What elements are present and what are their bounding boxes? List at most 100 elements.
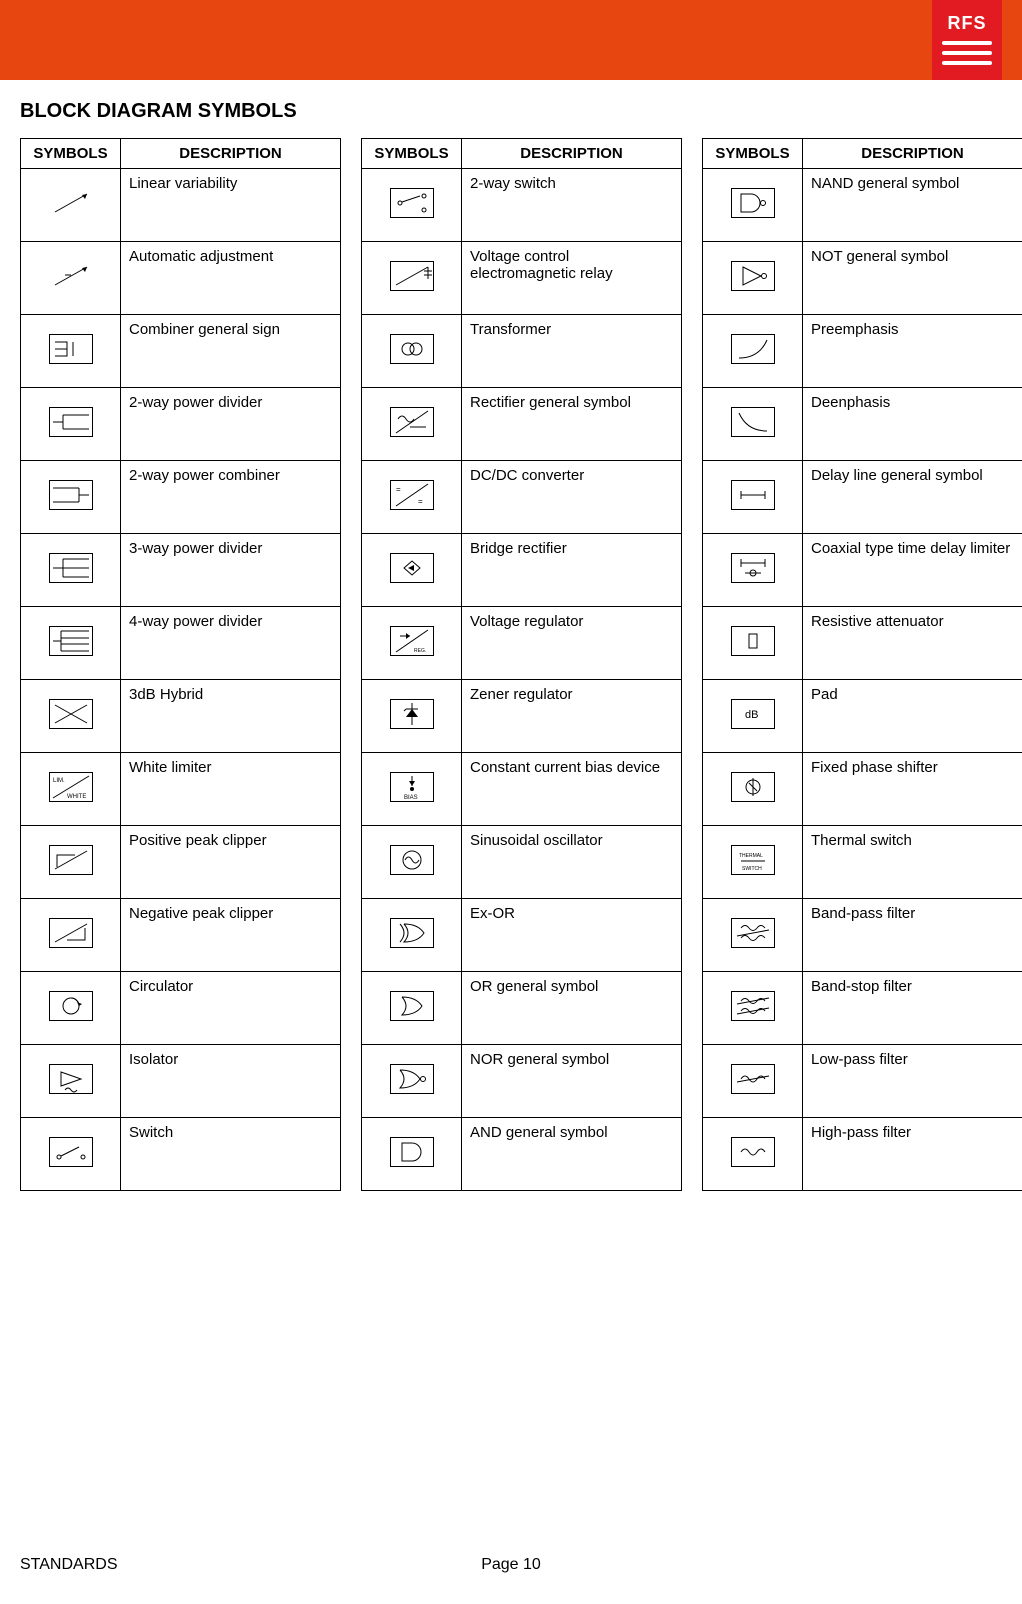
- table-row: NAND general symbol: [703, 169, 1022, 242]
- table-row: High-pass filter: [703, 1118, 1022, 1191]
- symbol-description: DC/DC converter: [462, 461, 682, 534]
- table-row: Linear variability: [21, 169, 341, 242]
- header-symbols: SYMBOLS: [703, 139, 803, 169]
- zener-regulator-icon: [362, 680, 462, 753]
- 3way-power-divider-icon: [21, 534, 121, 607]
- table-row: Resistive attenuator: [703, 607, 1022, 680]
- and-general-icon: [362, 1118, 462, 1191]
- table-row: 2-way switch: [362, 169, 682, 242]
- table-row: Rectifier general symbol: [362, 388, 682, 461]
- symbol-description: 4-way power divider: [121, 607, 341, 680]
- symbol-description: NAND general symbol: [803, 169, 1022, 242]
- symbol-description: 2-way power divider: [121, 388, 341, 461]
- symbol-description: Rectifier general symbol: [462, 388, 682, 461]
- 3db-hybrid-icon: [21, 680, 121, 753]
- band-stop-filter-icon: [703, 972, 803, 1045]
- transformer-icon: [362, 315, 462, 388]
- linear-variability-icon: [21, 169, 121, 242]
- circulator-icon: [21, 972, 121, 1045]
- symbol-description: Delay line general symbol: [803, 461, 1022, 534]
- svg-text:dB: dB: [745, 709, 758, 721]
- symbol-description: 2-way power combiner: [121, 461, 341, 534]
- symbol-description: Positive peak clipper: [121, 826, 341, 899]
- table-row: Positive peak clipper: [21, 826, 341, 899]
- 2way-power-combiner-icon: [21, 461, 121, 534]
- table-row: Circulator: [21, 972, 341, 1045]
- or-general-icon: [362, 972, 462, 1045]
- table-row: Coaxial type time delay limiter: [703, 534, 1022, 607]
- symbol-description: Switch: [121, 1118, 341, 1191]
- 2way-switch-icon: [362, 169, 462, 242]
- sinusoidal-oscillator-icon: [362, 826, 462, 899]
- symbol-tables: SYMBOLS DESCRIPTION Linear variabilityAuto…: [20, 138, 1002, 1191]
- table-row: 4-way power divider: [21, 607, 341, 680]
- isolator-icon: [21, 1045, 121, 1118]
- table-row: Deenphasis: [703, 388, 1022, 461]
- symbol-description: Linear variability: [121, 169, 341, 242]
- table-row: Bridge rectifier: [362, 534, 682, 607]
- svg-text:BIAS: BIAS: [404, 795, 418, 801]
- table-row: Ex-OR: [362, 899, 682, 972]
- not-general-icon: [703, 242, 803, 315]
- table-row: Negative peak clipper: [21, 899, 341, 972]
- symbol-description: Isolator: [121, 1045, 341, 1118]
- symbol-description: Coaxial type time delay limiter: [803, 534, 1022, 607]
- logo-text: RFS: [948, 13, 987, 34]
- switch-icon: [21, 1118, 121, 1191]
- delay-line-icon: [703, 461, 803, 534]
- preemphasis-icon: [703, 315, 803, 388]
- symbol-description: AND general symbol: [462, 1118, 682, 1191]
- nand-general-icon: [703, 169, 803, 242]
- resistive-attenuator-icon: [703, 607, 803, 680]
- table-row: BIASConstant current bias device: [362, 753, 682, 826]
- page-footer: STANDARDS Page 10: [20, 1556, 1002, 1574]
- svg-text:=: =: [396, 485, 401, 494]
- symbol-description: Pad: [803, 680, 1022, 753]
- svg-text:WHITE: WHITE: [67, 794, 86, 800]
- automatic-adjustment-icon: [21, 242, 121, 315]
- symbol-table-2: SYMBOLSDESCRIPTIONNAND general symbolNOT…: [702, 138, 1022, 1191]
- table-row: REG.Voltage regulator: [362, 607, 682, 680]
- svg-text:=: =: [418, 497, 423, 506]
- table-row: Isolator: [21, 1045, 341, 1118]
- symbol-description: 2-way switch: [462, 169, 682, 242]
- nor-general-icon: [362, 1045, 462, 1118]
- table-row: dB Pad: [703, 680, 1022, 753]
- symbol-description: Low-pass filter: [803, 1045, 1022, 1118]
- table-row: Automatic adjustment: [21, 242, 341, 315]
- table-row: OR general symbol: [362, 972, 682, 1045]
- thermal-switch-icon: THERMALSWITCH: [703, 826, 803, 899]
- table-row: Band-stop filter: [703, 972, 1022, 1045]
- table-row: Sinusoidal oscillator: [362, 826, 682, 899]
- table-row: Low-pass filter: [703, 1045, 1022, 1118]
- fixed-phase-shifter-icon: [703, 753, 803, 826]
- table-row: NOT general symbol: [703, 242, 1022, 315]
- ex-or-icon: [362, 899, 462, 972]
- negative-peak-clipper-icon: [21, 899, 121, 972]
- symbol-description: NOR general symbol: [462, 1045, 682, 1118]
- symbol-description: Voltage control electromagnetic relay: [462, 242, 682, 315]
- white-limiter-icon: LIM.WHITE: [21, 753, 121, 826]
- logo-waves-icon: [942, 38, 992, 68]
- deenphasis-icon: [703, 388, 803, 461]
- symbol-description: Transformer: [462, 315, 682, 388]
- table-row: Combiner general sign: [21, 315, 341, 388]
- dcdc-converter-icon: ==: [362, 461, 462, 534]
- table-row: Zener regulator: [362, 680, 682, 753]
- voltage-regulator-icon: REG.: [362, 607, 462, 680]
- pad-icon: dB: [703, 680, 803, 753]
- symbol-description: 3dB Hybrid: [121, 680, 341, 753]
- table-row: Fixed phase shifter: [703, 753, 1022, 826]
- header-description: DESCRIPTION: [462, 139, 682, 169]
- table-row: 3-way power divider: [21, 534, 341, 607]
- symbol-table-0: SYMBOLSDESCRIPTIONLinear variabilityAuto…: [20, 138, 341, 1191]
- table-row: NOR general symbol: [362, 1045, 682, 1118]
- table-row: Voltage control electromagnetic relay: [362, 242, 682, 315]
- table-row: 2-way power combiner: [21, 461, 341, 534]
- symbol-description: Resistive attenuator: [803, 607, 1022, 680]
- svg-text:REG.: REG.: [414, 648, 426, 654]
- table-row: Preemphasis: [703, 315, 1022, 388]
- rectifier-general-icon: [362, 388, 462, 461]
- low-pass-filter-icon: [703, 1045, 803, 1118]
- symbol-description: Sinusoidal oscillator: [462, 826, 682, 899]
